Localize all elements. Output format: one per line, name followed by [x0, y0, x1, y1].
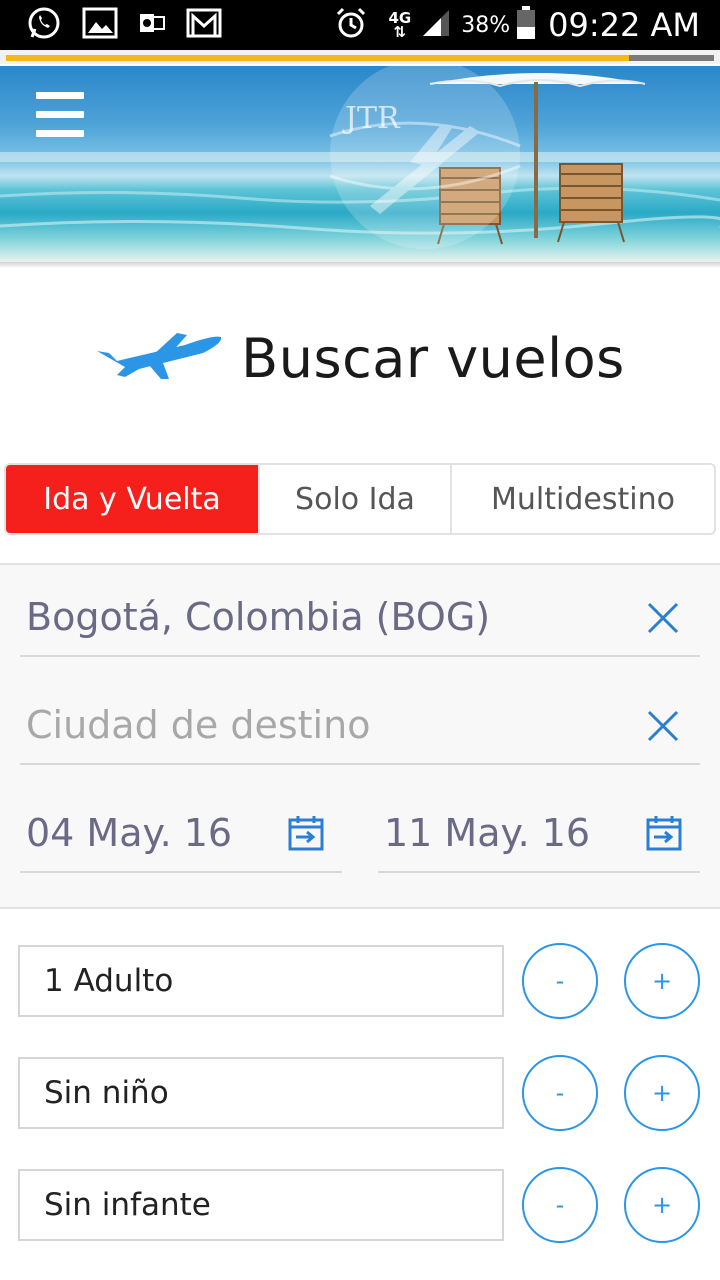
airplane-icon	[95, 331, 223, 385]
destination-input: Ciudad de destino	[26, 703, 371, 747]
battery-percent: 38%	[461, 12, 511, 38]
infants-row: Sin infante - +	[0, 1167, 720, 1247]
system-icons: 4G ⇅ 38% 09:22 AM	[334, 0, 700, 50]
status-bar: 4G ⇅ 38% 09:22 AM	[0, 0, 720, 50]
tab-round-trip[interactable]: Ida y Vuelta	[6, 465, 260, 533]
page-header: Buscar vuelos	[0, 318, 720, 398]
return-date-field[interactable]: 11 May. 16	[378, 781, 700, 873]
infants-decrement-button[interactable]: -	[522, 1167, 598, 1243]
logo-text: JTR	[342, 101, 401, 136]
search-form: Bogotá, Colombia (BOG) Ciudad de destino…	[0, 563, 720, 909]
jtr-logo	[329, 66, 521, 249]
clear-origin-icon[interactable]	[646, 601, 680, 639]
origin-value: Bogotá, Colombia (BOG)	[26, 595, 491, 639]
page-loading-progress	[6, 55, 630, 61]
hero-divider	[0, 262, 720, 268]
hamburger-line	[36, 92, 84, 99]
return-date: 11 May. 16	[384, 811, 591, 855]
battery-icon	[516, 6, 536, 44]
gallery-icon	[82, 7, 118, 43]
children-increment-button[interactable]: +	[624, 1055, 700, 1131]
notification-icons	[26, 5, 242, 45]
tab-multi-destination[interactable]: Multidestino	[452, 465, 714, 533]
clock: 09:22 AM	[548, 6, 700, 44]
children-decrement-button[interactable]: -	[522, 1055, 598, 1131]
origin-field[interactable]: Bogotá, Colombia (BOG)	[20, 565, 700, 657]
page-title: Buscar vuelos	[241, 326, 625, 390]
adults-increment-button[interactable]: +	[624, 943, 700, 1019]
destination-field[interactable]: Ciudad de destino	[20, 673, 700, 765]
trip-type-tabs: Ida y Vuelta Solo Ida Multidestino	[4, 463, 716, 535]
outlook-icon	[138, 9, 166, 41]
page-loading-track	[0, 50, 720, 64]
adults-decrement-button[interactable]: -	[522, 943, 598, 1019]
hamburger-line	[36, 111, 84, 118]
adults-count: 1 Adulto	[18, 945, 504, 1017]
hero-banner: JTR	[0, 66, 720, 262]
network-indicator: 4G ⇅	[388, 9, 412, 41]
hamburger-line	[36, 130, 84, 137]
calendar-depart-icon[interactable]	[288, 815, 324, 855]
calendar-return-icon[interactable]	[646, 815, 682, 855]
clear-destination-icon[interactable]	[646, 709, 680, 747]
infants-increment-button[interactable]: +	[624, 1167, 700, 1243]
page-loading-bar	[6, 55, 714, 61]
beach-scene-image: JTR	[0, 66, 720, 249]
children-count: Sin niño	[18, 1057, 504, 1129]
menu-button[interactable]	[36, 92, 84, 138]
tab-one-way[interactable]: Solo Ida	[260, 465, 452, 533]
adults-row: 1 Adulto - +	[0, 943, 720, 1023]
children-row: Sin niño - +	[0, 1055, 720, 1135]
departure-date: 04 May. 16	[26, 811, 233, 855]
infants-count: Sin infante	[18, 1169, 504, 1241]
network-type: 4G	[388, 9, 412, 27]
alarm-icon	[334, 6, 368, 44]
gmail-icon	[186, 8, 222, 42]
signal-icon	[421, 8, 451, 42]
whatsapp-icon	[26, 5, 62, 45]
departure-date-field[interactable]: 04 May. 16	[20, 781, 342, 873]
